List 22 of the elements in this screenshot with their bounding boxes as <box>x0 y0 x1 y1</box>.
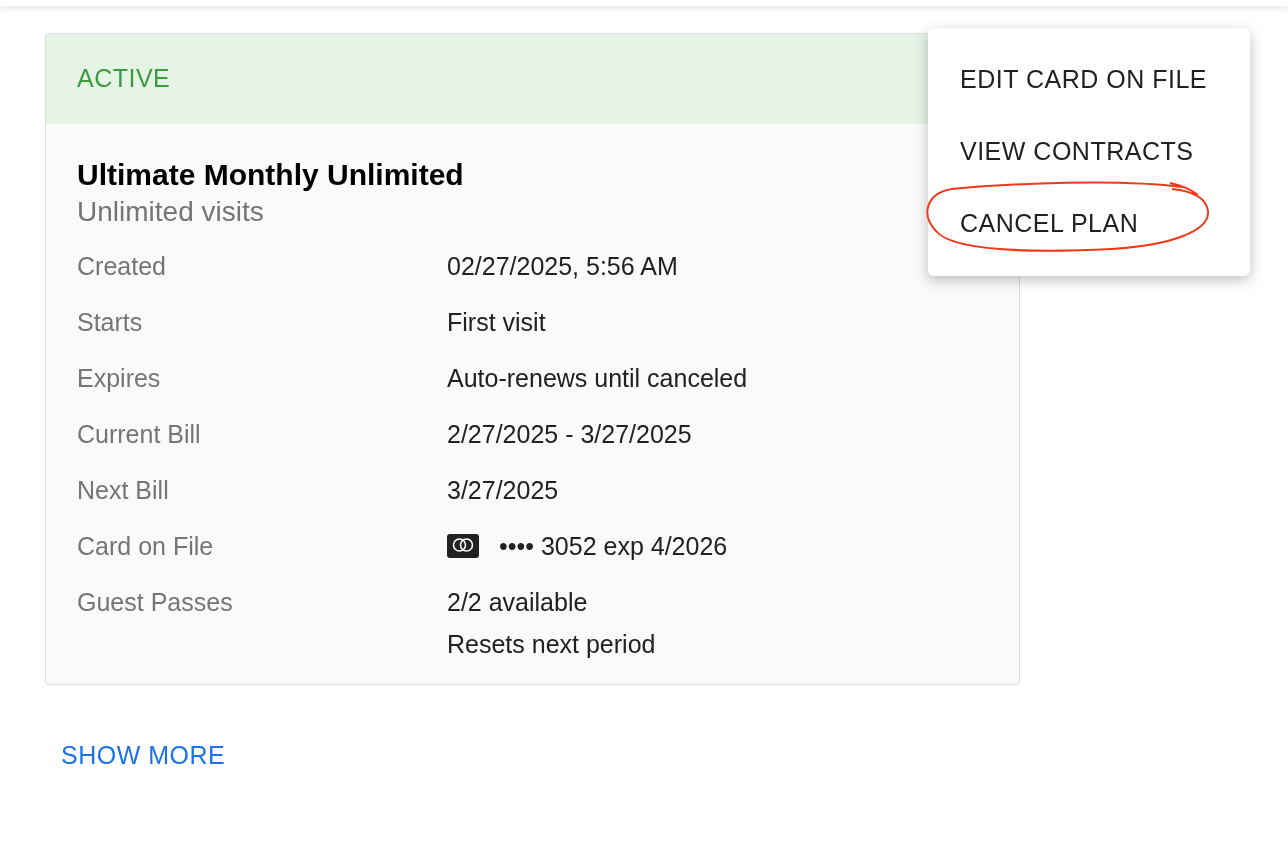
row-label: Starts <box>77 307 144 338</box>
row-label: Card on File <box>77 531 215 562</box>
card-brand-icon <box>447 534 479 558</box>
menu-item[interactable]: VIEW CONTRACTS <box>928 116 1250 188</box>
row-note: Resets next period <box>447 630 656 658</box>
row-value: Auto-renews until canceled <box>447 363 748 394</box>
row-label: Current Bill <box>77 419 202 450</box>
row-label: Next Bill <box>77 475 170 506</box>
row-value: 2/2 available <box>447 587 588 618</box>
row-value: 2/27/2025 - 3/27/2025 <box>447 419 692 450</box>
row-value: 02/27/2025, 5:56 AM <box>447 251 678 282</box>
plan-title: Ultimate Monthly Unlimited <box>77 157 465 193</box>
show-more-link[interactable]: SHOW MORE <box>61 737 226 775</box>
row-value: First visit <box>447 307 546 338</box>
row-value: 3/27/2025 <box>447 475 559 506</box>
row-label: Expires <box>77 363 162 394</box>
row-label: Guest Passes <box>77 587 234 618</box>
menu-item[interactable]: CANCEL PLAN <box>928 188 1250 260</box>
status-label: ACTIVE <box>77 63 171 95</box>
row-label: Created <box>77 251 167 282</box>
menu-item[interactable]: EDIT CARD ON FILE <box>928 44 1250 116</box>
row-value: •••• 3052 exp 4/2026 <box>499 531 728 562</box>
